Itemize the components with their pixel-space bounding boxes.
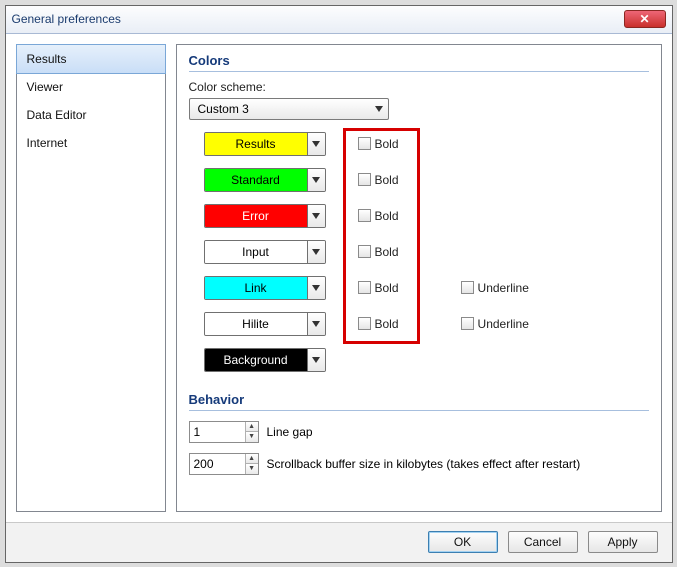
checkbox-icon	[358, 173, 371, 186]
underline-label: Underline	[478, 281, 529, 295]
line-gap-input[interactable]	[190, 422, 245, 442]
color-button-label: Link	[205, 277, 307, 299]
sidebar-item-results[interactable]: Results	[16, 44, 166, 74]
chevron-down-icon	[307, 313, 325, 335]
window-title: General preferences	[12, 12, 624, 26]
sidebar: ResultsViewerData EditorInternet	[16, 44, 166, 512]
color-button-label: Standard	[205, 169, 307, 191]
bold-checkbox-standard[interactable]: Bold	[358, 173, 399, 187]
ok-label: OK	[454, 535, 471, 549]
underline-checkbox-hilite[interactable]: Underline	[461, 317, 529, 331]
color-button-label: Hilite	[205, 313, 307, 335]
color-button-error[interactable]: Error	[204, 204, 326, 228]
chevron-down-icon	[307, 349, 325, 371]
color-button-label: Error	[205, 205, 307, 227]
bold-checkbox-error[interactable]: Bold	[358, 209, 399, 223]
scrollback-row: ▲ ▼ Scrollback buffer size in kilobytes …	[189, 453, 649, 475]
spinner-down-icon[interactable]: ▼	[246, 463, 258, 474]
titlebar: General preferences ✕	[6, 6, 672, 34]
checkbox-icon	[358, 137, 371, 150]
scrollback-spinner[interactable]: ▲ ▼	[189, 453, 259, 475]
checkbox-icon	[358, 317, 371, 330]
sidebar-item-viewer[interactable]: Viewer	[17, 73, 165, 101]
spinner-buttons: ▲ ▼	[245, 422, 258, 442]
bold-label: Bold	[375, 173, 399, 187]
close-button[interactable]: ✕	[624, 10, 666, 28]
chevron-down-icon	[370, 106, 388, 112]
chevron-down-icon	[307, 169, 325, 191]
color-row-error: Error Bold	[204, 204, 649, 228]
sidebar-item-data-editor[interactable]: Data Editor	[17, 101, 165, 129]
color-row-input: Input Bold	[204, 240, 649, 264]
color-scheme-value: Custom 3	[190, 102, 370, 116]
sidebar-item-internet[interactable]: Internet	[17, 129, 165, 157]
scrollback-input[interactable]	[190, 454, 245, 474]
underline-label: Underline	[478, 317, 529, 331]
color-button-hilite[interactable]: Hilite	[204, 312, 326, 336]
underline-checkbox-link[interactable]: Underline	[461, 281, 529, 295]
color-button-link[interactable]: Link	[204, 276, 326, 300]
close-icon: ✕	[639, 12, 649, 26]
chevron-down-icon	[307, 133, 325, 155]
window-body: ResultsViewerData EditorInternet Colors …	[6, 34, 672, 522]
checkbox-icon	[358, 245, 371, 258]
bold-checkbox-link[interactable]: Bold	[358, 281, 399, 295]
cancel-label: Cancel	[524, 535, 561, 549]
color-row-link: Link Bold Underline	[204, 276, 649, 300]
spinner-up-icon[interactable]: ▲	[246, 454, 258, 464]
color-rows: Results Bold Standard Bold Error Bold Input Bol…	[204, 132, 649, 372]
color-row-results: Results Bold	[204, 132, 649, 156]
main-panel: Colors Color scheme: Custom 3 Results Bol…	[176, 44, 662, 512]
ok-button[interactable]: OK	[428, 531, 498, 553]
spinner-buttons: ▲ ▼	[245, 454, 258, 474]
bold-label: Bold	[375, 245, 399, 259]
line-gap-spinner[interactable]: ▲ ▼	[189, 421, 259, 443]
color-button-input[interactable]: Input	[204, 240, 326, 264]
color-button-label: Input	[205, 241, 307, 263]
bold-checkbox-results[interactable]: Bold	[358, 137, 399, 151]
color-row-background: Background	[204, 348, 649, 372]
bold-label: Bold	[375, 281, 399, 295]
spinner-down-icon[interactable]: ▼	[246, 431, 258, 442]
chevron-down-icon	[307, 241, 325, 263]
dialog-footer: OK Cancel Apply	[6, 522, 672, 562]
line-gap-row: ▲ ▼ Line gap	[189, 421, 649, 443]
color-button-results[interactable]: Results	[204, 132, 326, 156]
color-scheme-label: Color scheme:	[189, 80, 649, 94]
bold-label: Bold	[375, 137, 399, 151]
color-button-label: Background	[205, 349, 307, 371]
checkbox-icon	[358, 209, 371, 222]
line-gap-label: Line gap	[267, 425, 313, 439]
preferences-window: General preferences ✕ ResultsViewerData …	[5, 5, 673, 563]
chevron-down-icon	[307, 205, 325, 227]
chevron-down-icon	[307, 277, 325, 299]
scrollback-label: Scrollback buffer size in kilobytes (tak…	[267, 457, 581, 471]
bold-checkbox-input[interactable]: Bold	[358, 245, 399, 259]
bold-label: Bold	[375, 317, 399, 331]
color-scheme-select[interactable]: Custom 3	[189, 98, 389, 120]
checkbox-icon	[358, 281, 371, 294]
apply-label: Apply	[607, 535, 637, 549]
checkbox-icon	[461, 317, 474, 330]
behavior-section: Behavior ▲ ▼ Line gap	[189, 392, 649, 475]
apply-button[interactable]: Apply	[588, 531, 658, 553]
color-button-background[interactable]: Background	[204, 348, 326, 372]
color-button-standard[interactable]: Standard	[204, 168, 326, 192]
bold-label: Bold	[375, 209, 399, 223]
behavior-section-title: Behavior	[189, 392, 649, 411]
cancel-button[interactable]: Cancel	[508, 531, 578, 553]
spinner-up-icon[interactable]: ▲	[246, 422, 258, 432]
colors-section-title: Colors	[189, 53, 649, 72]
bold-checkbox-hilite[interactable]: Bold	[358, 317, 399, 331]
color-row-standard: Standard Bold	[204, 168, 649, 192]
checkbox-icon	[461, 281, 474, 294]
color-row-hilite: Hilite Bold Underline	[204, 312, 649, 336]
color-button-label: Results	[205, 133, 307, 155]
